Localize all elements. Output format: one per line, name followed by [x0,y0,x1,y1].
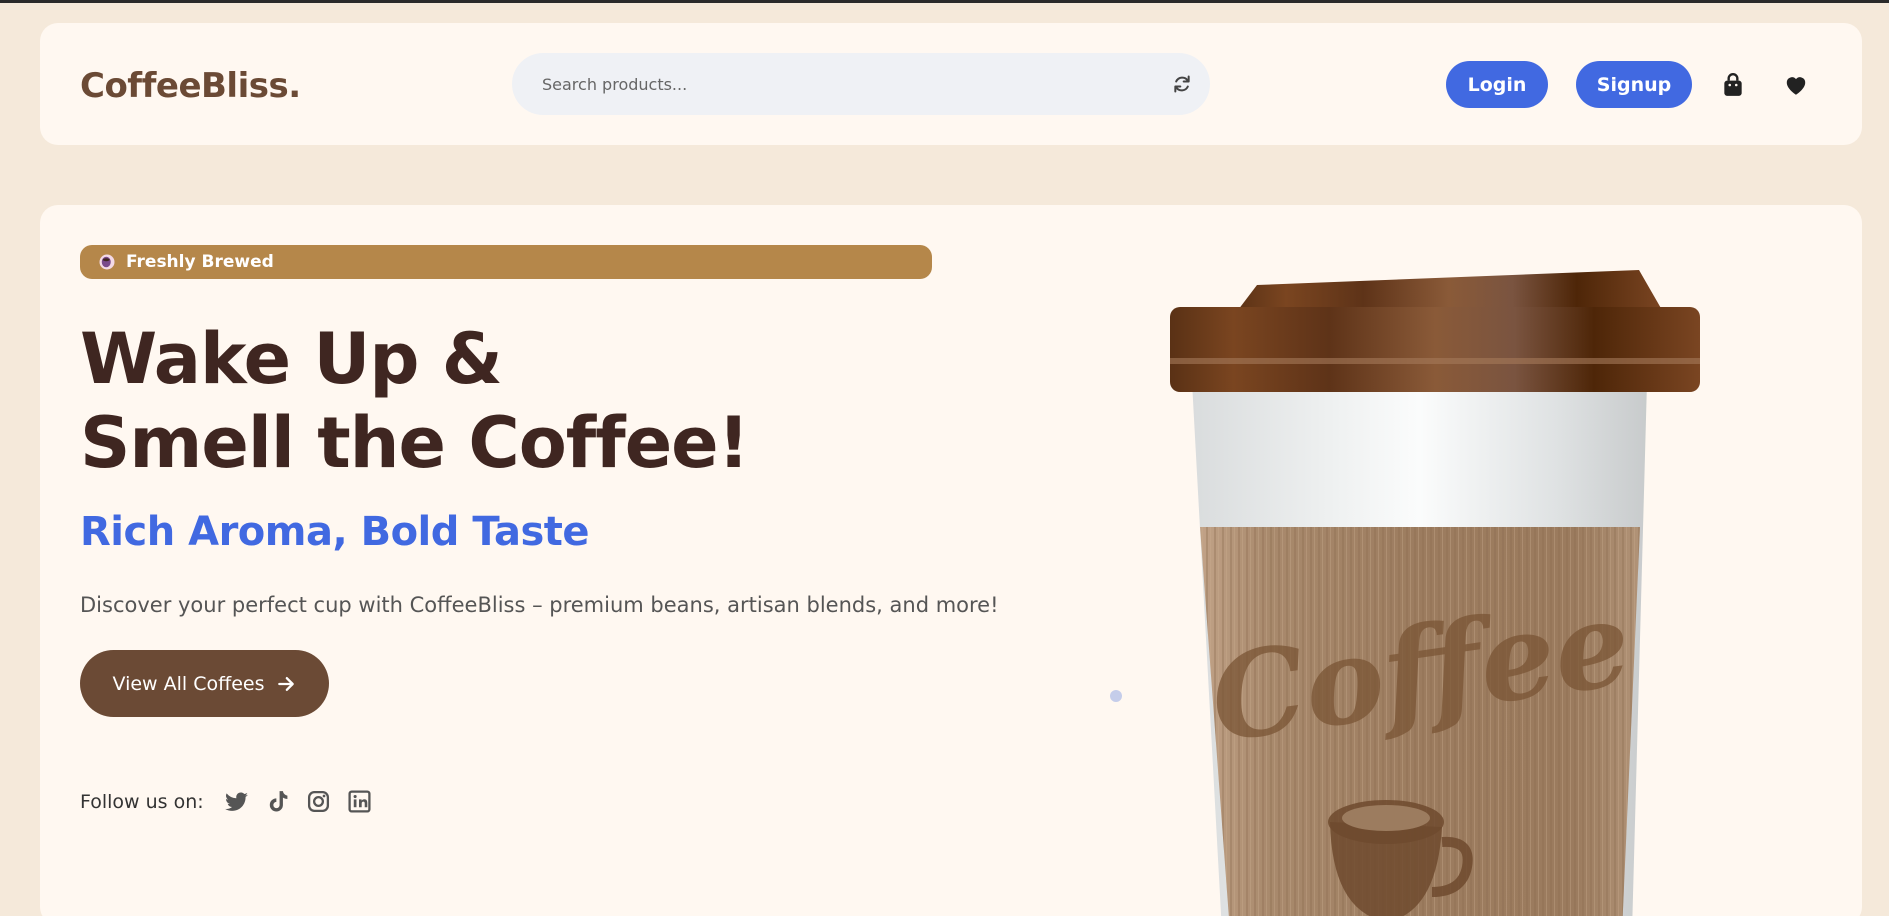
hero-title: Wake Up & Smell the Coffee! [80,317,750,485]
hero-description: Discover your perfect cup with CoffeeBli… [80,593,999,617]
login-button[interactable]: Login [1446,61,1548,108]
heart-icon[interactable] [1783,72,1809,98]
twitter-icon[interactable] [224,789,249,814]
shopping-bag-icon[interactable] [1720,72,1746,98]
tiktok-icon[interactable] [265,789,290,814]
arrow-right-icon [278,676,295,691]
coffee-cup-illustration: Coffee [1170,270,1700,916]
hero-title-line-2: Smell the Coffee! [80,402,750,484]
window-top-border [0,0,1889,3]
instagram-icon[interactable] [306,789,331,814]
freshly-brewed-badge: Freshly Brewed [80,245,932,279]
view-all-coffees-button[interactable]: View All Coffees [80,650,329,717]
hero-subtitle: Rich Aroma, Bold Taste [80,509,590,555]
follow-label: Follow us on: [80,790,204,813]
coffee-cup-icon [99,254,115,270]
signup-button[interactable]: Signup [1576,61,1692,108]
hero-title-line-1: Wake Up & [80,318,503,400]
site-header: CoffeeBliss. Login Signup [40,23,1862,145]
cta-label: View All Coffees [112,672,265,695]
search-input[interactable] [532,53,1132,115]
hero-section: Freshly Brewed Wake Up & Smell the Coffe… [40,205,1862,916]
badge-label: Freshly Brewed [126,252,274,272]
social-follow: Follow us on: [80,789,388,814]
search-bar [512,53,1210,115]
refresh-icon[interactable] [1172,74,1192,94]
linkedin-icon[interactable] [347,789,372,814]
site-logo[interactable]: CoffeeBliss. [80,66,301,106]
